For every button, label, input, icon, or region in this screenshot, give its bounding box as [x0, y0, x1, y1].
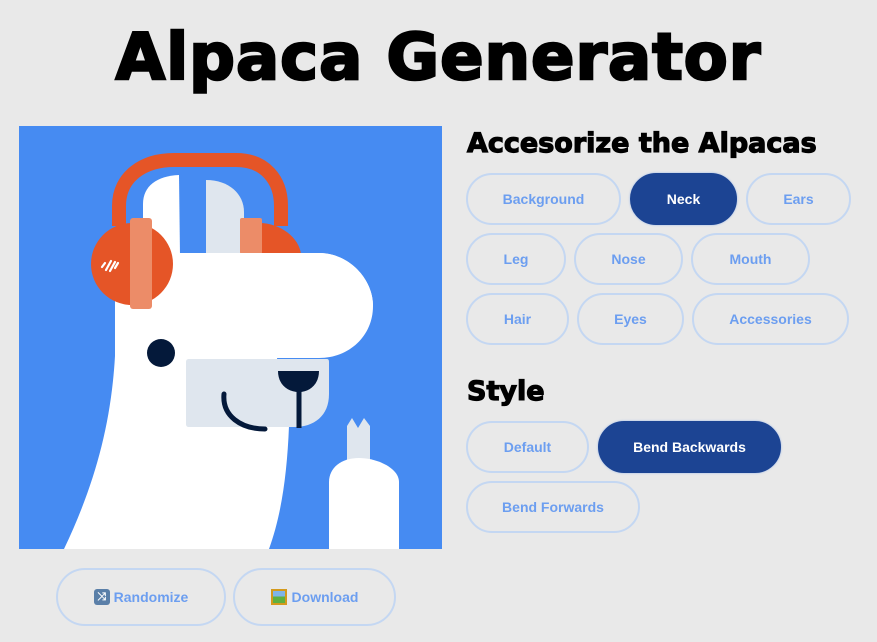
alpaca-head-top — [219, 253, 373, 306]
randomize-button[interactable]: ⤨ Randomize — [56, 568, 226, 626]
alpaca-hoof — [347, 418, 370, 460]
randomize-label: Randomize — [113, 589, 189, 605]
alpaca-preview — [19, 126, 442, 549]
alpaca-eye — [147, 339, 175, 367]
alpaca-ear-right — [206, 180, 244, 256]
accessorize-heading: Accesorize the Alpacas — [466, 127, 817, 159]
accessorize-option-accessories[interactable]: Accessories — [692, 293, 849, 345]
download-label: Download — [291, 589, 359, 605]
style-option-default[interactable]: Default — [466, 421, 589, 473]
accessorize-option-neck[interactable]: Neck — [630, 173, 737, 225]
style-option-bend-forwards[interactable]: Bend Forwards — [466, 481, 640, 533]
download-button[interactable]: Download — [233, 568, 396, 626]
accessorize-option-leg[interactable]: Leg — [466, 233, 566, 285]
alpaca-muzzle — [186, 359, 329, 427]
accessorize-option-ears[interactable]: Ears — [746, 173, 851, 225]
style-heading: Style — [466, 375, 545, 407]
alpaca-illustration — [64, 153, 399, 549]
accessorize-option-eyes[interactable]: Eyes — [577, 293, 684, 345]
headphones-pad-left — [130, 218, 152, 309]
page-title: Alpaca Generator — [114, 20, 762, 97]
alpaca-leg — [329, 458, 399, 549]
accessorize-option-nose[interactable]: Nose — [574, 233, 683, 285]
style-option-bend-backwards[interactable]: Bend Backwards — [598, 421, 781, 473]
headphones-pad-right — [240, 218, 262, 254]
framed-picture-icon — [270, 589, 287, 605]
accessorize-option-hair[interactable]: Hair — [466, 293, 569, 345]
accessorize-option-mouth[interactable]: Mouth — [691, 233, 810, 285]
accessorize-option-background[interactable]: Background — [466, 173, 621, 225]
headphones-cup-right — [259, 223, 301, 254]
shuffle-icon: ⤨ — [93, 589, 110, 605]
